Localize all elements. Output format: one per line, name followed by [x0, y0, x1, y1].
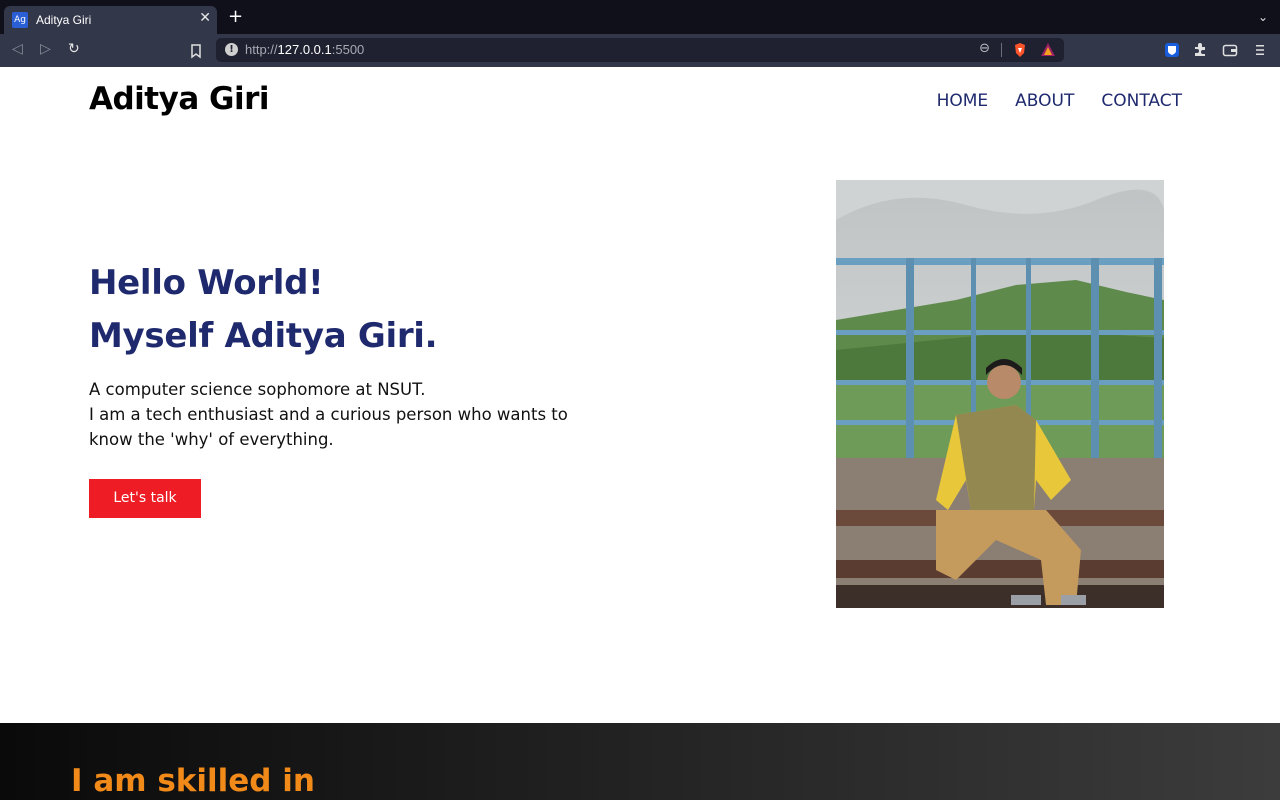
main-nav: HOME ABOUT CONTACT	[937, 91, 1182, 111]
address-bar[interactable]: ! http://127.0.0.1:5500 ⊖	[216, 38, 1064, 62]
arrow-left-icon[interactable]: ◁	[12, 41, 23, 57]
nav-home-link[interactable]: HOME	[937, 91, 989, 111]
close-icon[interactable]: ✕	[199, 10, 211, 26]
bookmark-icon[interactable]	[188, 43, 204, 59]
nav-about-link[interactable]: ABOUT	[1015, 91, 1074, 111]
url-host: 127.0.0.1	[277, 42, 332, 57]
lets-talk-button[interactable]: Let's talk	[89, 479, 201, 518]
nav-contact-link[interactable]: CONTACT	[1101, 91, 1182, 111]
new-tab-icon[interactable]: +	[228, 8, 243, 26]
browser-tabstrip: Ag Aditya Giri ✕ + ⌄	[0, 0, 1280, 34]
browser-tab[interactable]: Ag Aditya Giri ✕	[4, 6, 217, 34]
hero-title-line: Hello World!	[89, 263, 324, 303]
chevron-down-icon[interactable]: ⌄	[1258, 10, 1268, 24]
favicon-icon: Ag	[12, 12, 28, 28]
tab-title: Aditya Giri	[36, 13, 92, 27]
brave-rewards-icon[interactable]	[1040, 42, 1056, 58]
arrow-right-icon[interactable]: ▷	[40, 41, 51, 57]
hero-description: A computer science sophomore at NSUT. I …	[89, 377, 609, 452]
url-port: :5500	[331, 42, 365, 57]
browser-toolbar: ◁ ▷ ↻ ! http://127.0.0.1:5500 ⊖	[0, 34, 1280, 67]
zoom-icon[interactable]: ⊖	[979, 41, 990, 56]
url-separator	[1001, 43, 1002, 57]
skills-section: I am skilled in	[0, 723, 1280, 800]
hero-description-line: A computer science sophomore at NSUT.	[89, 380, 426, 399]
puzzle-icon[interactable]	[1192, 42, 1208, 58]
hamburger-icon[interactable]	[1252, 42, 1268, 58]
hero-description-line: I am a tech enthusiast and a curious per…	[89, 405, 568, 449]
skills-title: I am skilled in	[71, 763, 315, 799]
url-text[interactable]: http://127.0.0.1:5500	[245, 42, 364, 57]
brave-shield-icon[interactable]	[1012, 42, 1028, 58]
wallet-icon[interactable]	[1222, 42, 1238, 58]
web-page: Aditya Giri HOME ABOUT CONTACT Hello Wor…	[0, 67, 1280, 800]
hero-title-line: Myself Aditya Giri.	[89, 316, 438, 356]
hero-title: Hello World! Myself Aditya Giri.	[89, 257, 438, 363]
info-icon[interactable]: !	[225, 43, 238, 56]
reload-icon[interactable]: ↻	[68, 41, 80, 57]
url-scheme: http://	[245, 42, 278, 57]
bitwarden-icon[interactable]	[1164, 42, 1180, 58]
profile-photo	[836, 180, 1164, 608]
site-logo[interactable]: Aditya Giri	[89, 81, 270, 117]
